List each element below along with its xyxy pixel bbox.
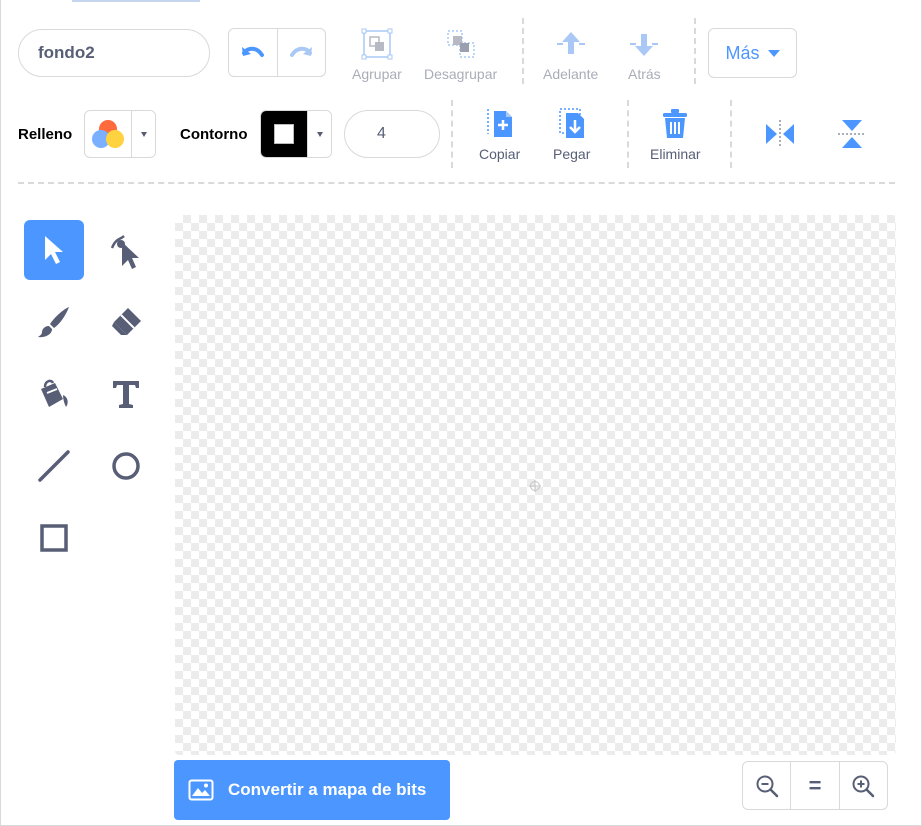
flip-horizontal-icon	[766, 120, 794, 148]
fill-label: Relleno	[18, 126, 73, 143]
forward-label: Adelante	[543, 66, 599, 82]
divider	[522, 18, 524, 84]
outline-swatch	[261, 111, 307, 157]
outline-inner-square	[274, 124, 294, 144]
image-icon	[188, 779, 214, 801]
ungroup-button[interactable]: Desagrupar	[424, 28, 497, 82]
eraser-icon	[112, 308, 141, 335]
fill-dropdown[interactable]	[131, 111, 155, 157]
stroke-width-input[interactable]: 4	[344, 110, 440, 158]
flip-horizontal-button[interactable]	[764, 118, 796, 150]
brush-tool[interactable]	[24, 292, 84, 352]
delete-button[interactable]: Eliminar	[650, 108, 701, 162]
arrow-up-icon	[556, 32, 585, 54]
text-t-icon	[113, 381, 139, 408]
line-icon	[38, 450, 70, 482]
fill-tool[interactable]	[24, 364, 84, 424]
backward-label: Atrás	[628, 66, 661, 82]
zoom-controls: =	[742, 761, 888, 810]
undo-icon	[241, 46, 264, 57]
arrow-cursor-icon	[45, 236, 63, 264]
caret-down-icon	[316, 131, 323, 137]
ungroup-label: Desagrupar	[424, 66, 498, 82]
copy-icon	[486, 109, 512, 137]
paste-icon	[558, 108, 584, 138]
zoom-reset-label: =	[808, 772, 822, 798]
zoom-in-button[interactable]	[838, 762, 887, 809]
group-label: Agrupar	[352, 66, 402, 82]
group-icon	[361, 28, 393, 60]
divider	[451, 100, 453, 168]
ungroup-icon	[446, 30, 475, 58]
undo-redo-group	[228, 28, 326, 77]
line-tool[interactable]	[24, 436, 84, 496]
redo-button[interactable]	[276, 29, 326, 76]
copy-label: Copiar	[479, 146, 521, 162]
convert-label: Convertir a mapa de bits	[228, 780, 427, 799]
more-button[interactable]: Más	[708, 28, 797, 78]
group-button[interactable]: Agrupar	[352, 28, 402, 82]
mixed-color-icon	[92, 120, 124, 148]
more-label: Más	[725, 42, 760, 63]
forward-button[interactable]: Adelante	[543, 28, 598, 82]
brush-icon	[38, 307, 69, 338]
zoom-in-icon	[852, 775, 875, 797]
square-icon	[40, 524, 68, 552]
flip-vertical-button[interactable]	[836, 118, 868, 150]
paste-button[interactable]: Pegar	[553, 108, 590, 162]
tab-indicator	[72, 0, 200, 2]
divider	[694, 18, 696, 84]
eraser-tool[interactable]	[96, 292, 156, 352]
divider	[627, 100, 629, 168]
outline-color-picker[interactable]	[260, 110, 332, 158]
redo-icon	[290, 46, 313, 57]
reshape-cursor-icon	[110, 235, 139, 269]
paint-bucket-icon	[41, 379, 68, 407]
arrow-down-icon	[630, 34, 659, 56]
divider	[730, 100, 732, 168]
undo-button[interactable]	[229, 29, 277, 76]
trash-icon	[663, 109, 688, 138]
flip-vertical-icon	[838, 120, 866, 148]
fill-color-picker[interactable]	[84, 110, 156, 158]
fill-swatch	[85, 111, 131, 157]
crosshair-icon	[529, 480, 541, 492]
toolbar-divider	[18, 182, 895, 184]
convert-to-bitmap-button[interactable]: Convertir a mapa de bits	[174, 760, 450, 820]
reshape-tool[interactable]	[96, 220, 156, 280]
copy-button[interactable]: Copiar	[479, 108, 520, 162]
backward-button[interactable]: Atrás	[628, 28, 661, 82]
caret-down-icon	[767, 49, 780, 57]
zoom-reset-button[interactable]: =	[790, 762, 838, 809]
costume-name-input[interactable]: fondo2	[18, 29, 210, 77]
zoom-out-icon	[756, 775, 778, 797]
rectangle-tool[interactable]	[24, 508, 84, 568]
select-tool[interactable]	[24, 220, 84, 280]
text-tool[interactable]	[96, 364, 156, 424]
delete-label: Eliminar	[650, 146, 701, 162]
paste-label: Pegar	[553, 146, 591, 162]
circle-tool[interactable]	[96, 436, 156, 496]
outline-label: Contorno	[180, 126, 248, 143]
caret-down-icon	[140, 131, 147, 137]
outline-dropdown[interactable]	[307, 111, 331, 157]
zoom-out-button[interactable]	[743, 762, 790, 809]
circle-icon	[112, 452, 140, 480]
